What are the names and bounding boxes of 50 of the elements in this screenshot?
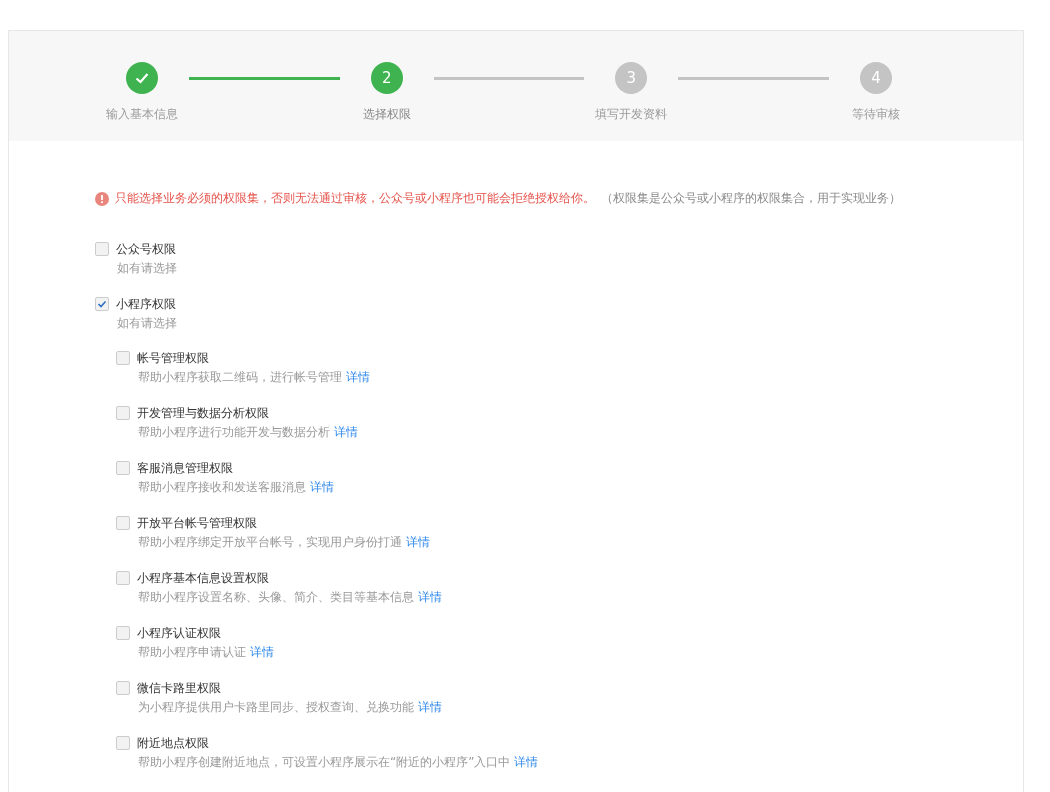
checkbox-label: 帐号管理权限 bbox=[137, 350, 209, 366]
checkbox[interactable] bbox=[116, 461, 130, 475]
step-circle: 4 bbox=[860, 62, 892, 94]
check-icon bbox=[134, 70, 150, 86]
checkbox[interactable] bbox=[95, 297, 109, 311]
step-circle: 3 bbox=[615, 62, 648, 94]
details-link[interactable]: 详情 bbox=[346, 370, 370, 384]
checkbox-label: 附近地点权限 bbox=[137, 735, 209, 751]
checkbox-label: 公众号权限 bbox=[116, 241, 176, 257]
description-text: 帮助小程序接收和发送客服消息 详情 bbox=[138, 479, 335, 495]
warning-text: 只能选择业务必须的权限集，否则无法通过审核，公众号或小程序也可能会拒绝授权给你。 bbox=[115, 190, 595, 207]
checkbox[interactable] bbox=[116, 351, 130, 365]
checkbox-label: 小程序权限 bbox=[116, 296, 176, 312]
checkbox-label: 开放平台帐号管理权限 bbox=[137, 515, 257, 531]
description-text: 帮助小程序创建附近地点，可设置小程序展示在“附近的小程序”入口中 详情 bbox=[138, 754, 540, 770]
checkbox-label: 小程序基本信息设置权限 bbox=[137, 570, 269, 586]
checkbox[interactable] bbox=[116, 626, 130, 640]
step-label: 等待审核 bbox=[852, 106, 900, 123]
details-link[interactable]: 详情 bbox=[418, 590, 442, 604]
description-text: 帮助小程序进行功能开发与数据分析 详情 bbox=[138, 424, 359, 440]
details-link[interactable]: 详情 bbox=[406, 535, 430, 549]
checkbox[interactable] bbox=[116, 681, 130, 695]
details-link[interactable]: 详情 bbox=[250, 645, 274, 659]
details-link[interactable]: 详情 bbox=[418, 700, 442, 714]
step-label: 填写开发资料 bbox=[595, 106, 668, 123]
details-link[interactable]: 详情 bbox=[514, 755, 539, 769]
checkbox-label: 客服消息管理权限 bbox=[137, 460, 233, 476]
details-link[interactable]: 详情 bbox=[334, 425, 358, 439]
step-label: 选择权限 bbox=[362, 106, 411, 123]
description-text: 帮助小程序设置名称、头像、简介、类目等基本信息 详情 bbox=[138, 589, 443, 605]
checkbox-label: 开发管理与数据分析权限 bbox=[137, 405, 269, 421]
details-link[interactable]: 详情 bbox=[310, 480, 334, 494]
checkbox[interactable] bbox=[116, 571, 130, 585]
warning-icon bbox=[95, 191, 109, 206]
description-text: 帮助小程序绑定开放平台帐号，实现用户身份打通 详情 bbox=[138, 534, 431, 550]
note-text: （权限集是公众号或小程序的权限集合，用于实现业务） bbox=[601, 190, 901, 207]
step-label: 输入基本信息 bbox=[106, 106, 178, 123]
description-text: 帮助小程序申请认证 详情 bbox=[138, 644, 275, 660]
check-icon bbox=[97, 299, 107, 309]
description-text: 帮助小程序获取二维码，进行帐号管理 详情 bbox=[138, 369, 371, 385]
step-circle: 2 bbox=[370, 62, 403, 94]
checkbox[interactable] bbox=[116, 516, 130, 530]
checkbox-label: 微信卡路里权限 bbox=[137, 680, 221, 696]
checkbox[interactable] bbox=[116, 406, 130, 420]
description-text: 为小程序提供用户卡路里同步、授权查询、兑换功能 详情 bbox=[138, 699, 443, 715]
checkbox[interactable] bbox=[116, 736, 130, 750]
hint-text: 如有请选择 bbox=[117, 260, 178, 276]
hint-text: 如有请选择 bbox=[117, 315, 178, 331]
checkbox[interactable] bbox=[95, 242, 109, 256]
checkbox-label: 小程序认证权限 bbox=[137, 625, 221, 641]
